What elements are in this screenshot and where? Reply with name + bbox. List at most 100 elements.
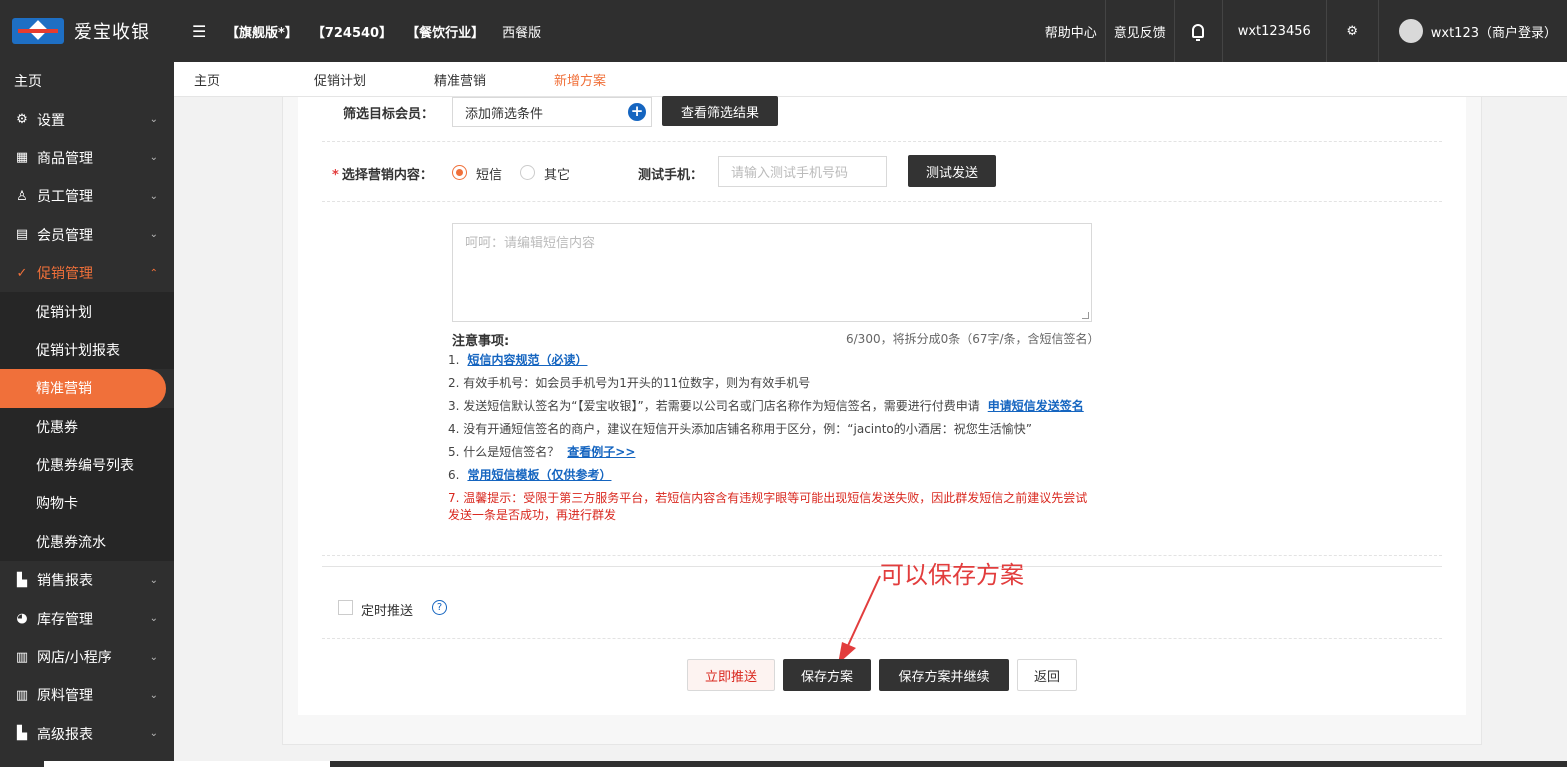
filter-members-label: 筛选目标会员： <box>343 107 435 122</box>
filter-condition-select[interactable]: 添加筛选条件 + <box>452 97 652 127</box>
edition-tag: 【旗舰版*】 <box>226 25 298 41</box>
sidebar-subitem-promotion-report[interactable]: 促销计划报表 <box>0 330 174 370</box>
gear-icon: ⚙ <box>16 112 28 128</box>
notification-bell-icon[interactable] <box>1173 0 1222 62</box>
sidebar: 主页 ⚙ 设置 ⌄ ▦ 商品管理 ⌄ ♙ 员工管理 ⌄ ▤ 会员管理 ⌄ ✓ 促销管理 ⌃ 促销计划… <box>0 62 174 767</box>
help-center-link[interactable]: 帮助中心 <box>1037 0 1105 62</box>
test-send-button[interactable]: 测试发送 <box>908 155 996 187</box>
annotation-arrow-icon <box>838 575 881 664</box>
filter-condition-value: 添加筛选条件 <box>465 106 544 122</box>
chevron-down-icon: ⌄ <box>149 728 158 740</box>
shop-icon: ▥ <box>15 649 29 665</box>
member-icon: ▤ <box>15 227 29 243</box>
tab-promotion-plan[interactable]: 促销计划 <box>314 70 366 89</box>
menu-toggle-icon[interactable]: ☰ <box>192 22 210 41</box>
tab-bar: 主页 促销计划 精准营销 新增方案 <box>174 62 1567 97</box>
sidebar-item-online-shop[interactable]: ▥ 网店/小程序 ⌄ <box>0 638 174 676</box>
logo-text: 爱宝收银 <box>74 22 150 43</box>
sms-template-link[interactable]: 常用短信模板（仅供参考） <box>467 468 611 482</box>
goods-icon: ▦ <box>15 150 29 166</box>
sidebar-item-staff[interactable]: ♙ 员工管理 ⌄ <box>0 177 174 215</box>
sidebar-item-promotion[interactable]: ✓ 促销管理 ⌃ <box>0 254 174 292</box>
resize-handle-icon[interactable] <box>1082 312 1089 319</box>
marketing-content-label: * 选择营销内容： <box>332 168 433 183</box>
divider <box>322 141 1442 142</box>
scheduled-push-checkbox[interactable] <box>338 600 353 615</box>
other-radio-label[interactable]: 其它 <box>544 164 570 183</box>
sms-char-counter: 6/300，将拆分成0条（67字/条，含短信签名） <box>846 332 1100 346</box>
sidebar-item-materials[interactable]: ▥ 原料管理 ⌄ <box>0 676 174 714</box>
tab-home[interactable]: 主页 <box>194 70 220 89</box>
scheduled-push-label[interactable]: 定时推送 <box>361 600 413 619</box>
chevron-down-icon: ⌄ <box>149 229 158 241</box>
chevron-down-icon: ⌄ <box>149 190 158 202</box>
note-item: 6. 常用短信模板（仅供参考） <box>448 468 612 482</box>
user-name: wxt123（商户登录） <box>1430 25 1557 41</box>
staff-icon: ♙ <box>16 188 28 204</box>
report-icon: ▙ <box>17 726 27 742</box>
account-name[interactable]: wxt123456 <box>1221 0 1326 62</box>
brand-logo-icon <box>12 18 64 44</box>
top-bar: 爱宝收银 ☰ 【旗舰版*】 【724540】 【餐饮行业】 西餐版 帮助中心 意… <box>0 0 1567 62</box>
sidebar-item-advanced-report[interactable]: ▙ 高级报表 ⌄ <box>0 715 174 753</box>
other-radio[interactable] <box>520 165 535 180</box>
test-phone-input[interactable]: 请输入测试手机号码 <box>718 156 887 187</box>
view-filter-result-button[interactable]: 查看筛选结果 <box>662 96 778 126</box>
sidebar-subitem-coupons[interactable]: 优惠券 <box>0 407 174 446</box>
annotation-text: 可以保存方案 <box>880 561 1024 589</box>
sidebar-item-goods[interactable]: ▦ 商品管理 ⌄ <box>0 139 174 177</box>
user-menu[interactable]: wxt123（商户登录） <box>1377 0 1567 62</box>
feedback-link[interactable]: 意见反馈 <box>1104 0 1174 62</box>
notes-title: 注意事项: <box>452 334 510 349</box>
chevron-down-icon: ⌄ <box>149 574 158 586</box>
chevron-up-icon: ⌃ <box>149 267 158 279</box>
industry-tag: 【餐饮行业】 <box>406 25 485 41</box>
push-now-button[interactable]: 立即推送 <box>687 659 775 691</box>
settings-gear-icon[interactable]: ⚙ <box>1325 0 1378 62</box>
chevron-down-icon: ⌄ <box>149 114 158 126</box>
bottom-strip <box>0 761 1567 767</box>
chevron-down-icon: ⌄ <box>149 651 158 663</box>
sidebar-subitem-coupon-flow[interactable]: 优惠券流水 <box>0 522 174 562</box>
chevron-down-icon: ⌄ <box>149 689 158 701</box>
sms-radio[interactable] <box>452 165 467 180</box>
sidebar-subitem-gift-card[interactable]: 购物卡 <box>0 484 174 523</box>
material-icon: ▥ <box>15 687 29 703</box>
sms-radio-label[interactable]: 短信 <box>476 164 502 183</box>
note-item: 2. 有效手机号：如会员手机号为1开头的11位数字，则为有效手机号 <box>448 376 811 390</box>
apply-signature-link[interactable]: 申请短信发送签名 <box>988 399 1084 413</box>
note-item-warning: 7. 温馨提示：受限于第三方服务平台，若短信内容含有违规字眼等可能出现短信发送失… <box>448 491 1088 522</box>
sidebar-item-inventory[interactable]: ◕ 库存管理 ⌄ <box>0 599 174 637</box>
view-example-link[interactable]: 查看例子>> <box>567 445 635 459</box>
pie-icon: ◕ <box>16 611 28 627</box>
avatar <box>1398 19 1423 43</box>
back-button[interactable]: 返回 <box>1017 659 1077 691</box>
sms-content-textarea[interactable]: 呵呵：请编辑短信内容 <box>452 223 1092 322</box>
chart-icon: ▙ <box>17 572 27 588</box>
notes-list: 1. 短信内容规范（必读） 2. 有效手机号：如会员手机号为1开头的11位数字，则… <box>448 352 1088 530</box>
required-mark: * <box>332 168 339 183</box>
sms-rules-link[interactable]: 短信内容规范（必读） <box>467 353 587 367</box>
sidebar-subitem-precision-marketing[interactable]: 精准营销 <box>0 369 166 408</box>
logo[interactable]: 爱宝收银 <box>0 18 174 44</box>
note-item: 5. 什么是短信签名？ 查看例子>> <box>448 445 636 459</box>
save-and-continue-button[interactable]: 保存方案并继续 <box>879 659 1009 691</box>
version-tag: 西餐版 <box>502 25 542 41</box>
sidebar-item-home[interactable]: 主页 <box>0 62 174 100</box>
sidebar-item-members[interactable]: ▤ 会员管理 ⌄ <box>0 216 174 254</box>
add-filter-icon[interactable]: + <box>628 103 646 121</box>
sidebar-item-sales-report[interactable]: ▙ 销售报表 ⌄ <box>0 561 174 599</box>
divider <box>322 201 1442 202</box>
note-item: 4. 没有开通短信签名的商户，建议在短信开头添加店铺名称用于区分，例：“jaci… <box>448 422 1032 436</box>
save-plan-button[interactable]: 保存方案 <box>783 659 871 691</box>
help-icon[interactable]: ? <box>432 600 447 615</box>
sidebar-subitem-coupon-codes[interactable]: 优惠券编号列表 <box>0 445 174 485</box>
chevron-down-icon: ⌄ <box>149 613 158 625</box>
sidebar-subitem-promotion-plan[interactable]: 促销计划 <box>0 292 174 331</box>
sidebar-item-settings[interactable]: ⚙ 设置 ⌄ <box>0 100 174 138</box>
tab-precision-marketing[interactable]: 精准营销 <box>434 70 486 89</box>
sms-placeholder: 呵呵：请编辑短信内容 <box>465 236 596 251</box>
note-item: 1. 短信内容规范（必读） <box>448 353 588 367</box>
store-id-tag: 【724540】 <box>311 25 393 41</box>
tab-new-plan[interactable]: 新增方案 <box>554 70 606 89</box>
